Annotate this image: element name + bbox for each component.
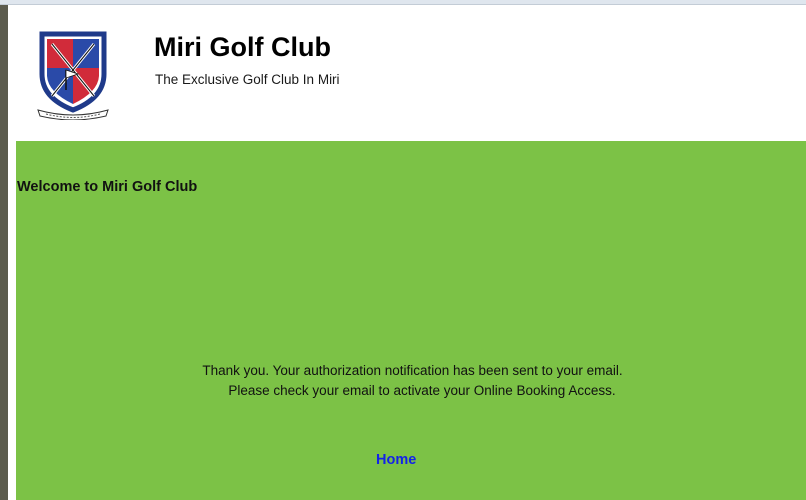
confirmation-message: Thank you. Your authorization notificati… (16, 361, 806, 401)
left-frame-gap (8, 5, 16, 500)
content-area: Welcome to Miri Golf Club Thank you. You… (16, 141, 806, 500)
site-tagline: The Exclusive Golf Club In Miri (155, 72, 340, 87)
welcome-heading: Welcome to Miri Golf Club (17, 179, 198, 195)
message-line-2: Please check your email to activate your… (228, 383, 616, 398)
left-frame-bar (0, 5, 8, 500)
site-header: Miri Golf Club The Exclusive Golf Club I… (16, 5, 806, 141)
golf-club-crest-icon (37, 31, 109, 120)
browser-page: Miri Golf Club The Exclusive Golf Club I… (0, 0, 806, 500)
home-link[interactable]: Home (376, 451, 416, 469)
site-title: Miri Golf Club (154, 32, 331, 62)
message-line-1: Thank you. Your authorization notificati… (202, 363, 623, 378)
